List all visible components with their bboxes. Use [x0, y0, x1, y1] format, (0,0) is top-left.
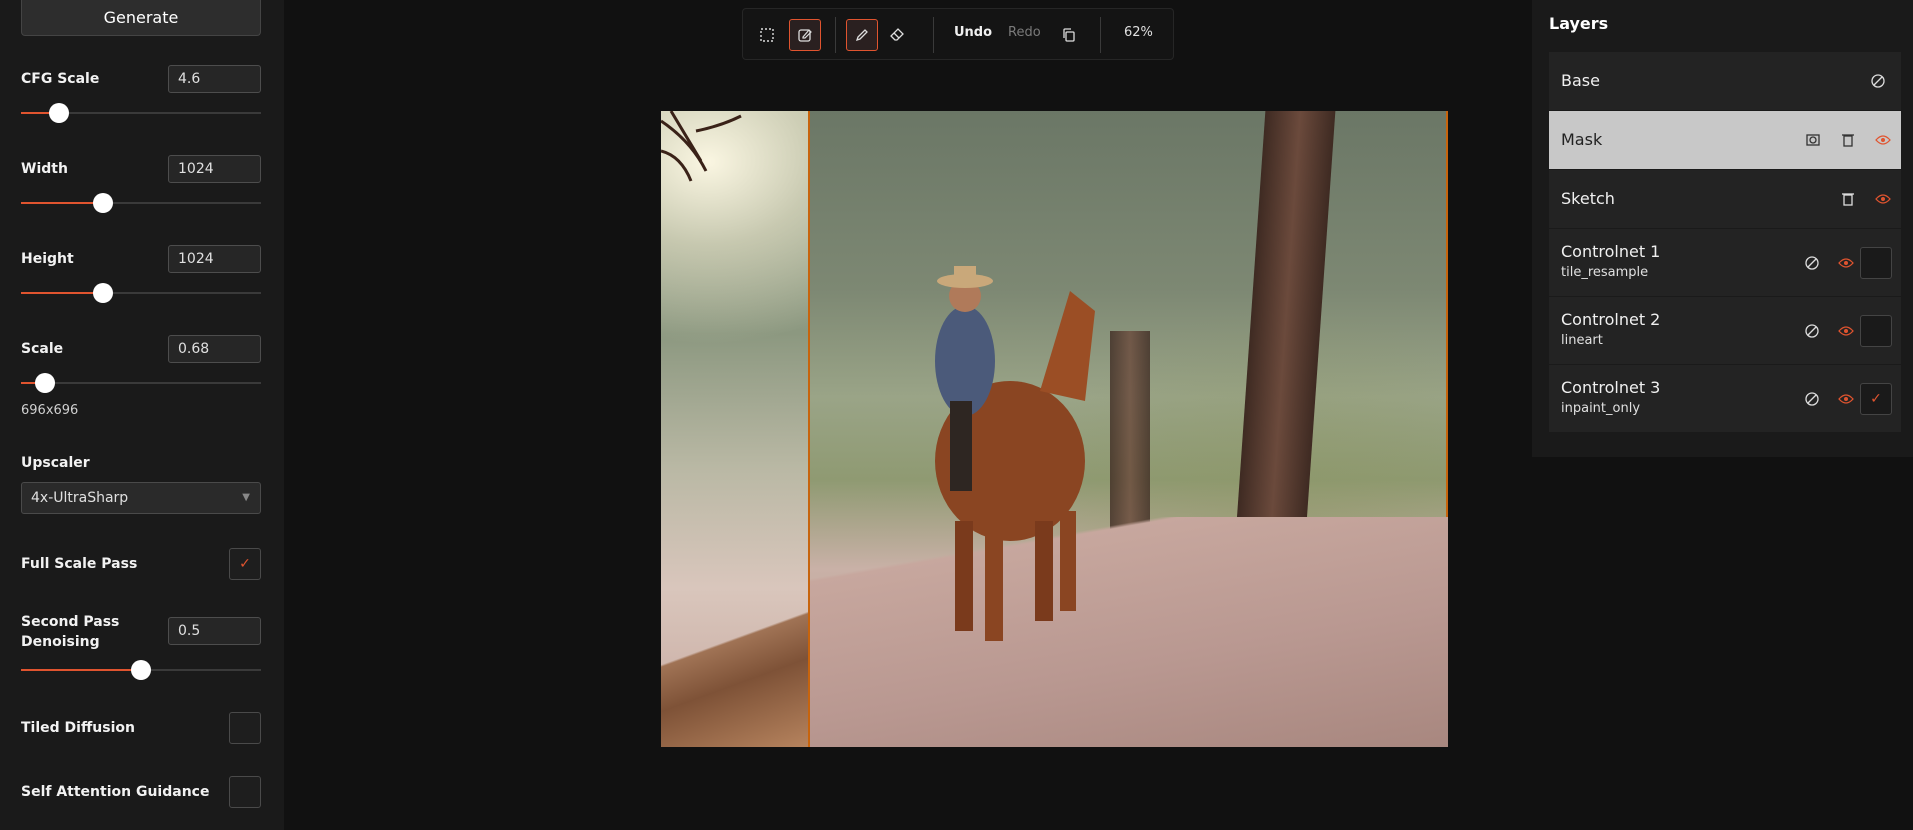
- checkmark-icon: ✓: [1870, 391, 1882, 407]
- selection-tool-button[interactable]: [751, 19, 783, 51]
- second-pass-denoising-slider[interactable]: [21, 660, 261, 680]
- image-canvas[interactable]: [661, 111, 1448, 747]
- controlnet-enable-checkbox[interactable]: [1860, 247, 1892, 279]
- toolbar-divider: [835, 17, 836, 53]
- self-attention-guidance-checkbox[interactable]: [229, 776, 261, 808]
- eye-icon[interactable]: [1837, 322, 1855, 340]
- self-attention-guidance-label: Self Attention Guidance: [21, 784, 210, 800]
- generated-image-region[interactable]: [808, 111, 1448, 747]
- tiled-diffusion-checkbox[interactable]: [229, 712, 261, 744]
- slider-fill: [21, 292, 103, 294]
- eye-icon[interactable]: [1874, 190, 1892, 208]
- eye-icon[interactable]: [1837, 254, 1855, 272]
- generate-button[interactable]: Generate: [21, 0, 261, 36]
- slider-track: [21, 382, 261, 384]
- toolbar-divider: [1100, 17, 1101, 53]
- cfg-scale-label: CFG Scale: [21, 71, 100, 87]
- zoom-level[interactable]: 62%: [1124, 25, 1153, 40]
- eye-icon[interactable]: [1874, 131, 1892, 149]
- full-scale-pass-label: Full Scale Pass: [21, 556, 138, 572]
- layer-model: inpaint_only: [1561, 401, 1641, 416]
- pencil-icon: [855, 29, 868, 42]
- canvas-toolbar: Undo Redo 62%: [742, 8, 1174, 60]
- toolbar-divider: [933, 17, 934, 53]
- width-slider[interactable]: [21, 193, 261, 213]
- layer-controlnet-3[interactable]: Controlnet 3 inpaint_only ✓: [1549, 365, 1901, 433]
- tiled-diffusion-label: Tiled Diffusion: [21, 720, 135, 736]
- trash-icon[interactable]: [1839, 131, 1857, 149]
- layer-mask[interactable]: Mask: [1549, 111, 1901, 170]
- full-scale-pass-checkbox[interactable]: ✓: [229, 548, 261, 580]
- upscaler-select[interactable]: 4x-UltraSharp ▼: [21, 482, 261, 514]
- brush-tool-button[interactable]: [846, 19, 878, 51]
- layer-name: Base: [1561, 71, 1600, 90]
- checkmark-icon: ✓: [239, 556, 251, 572]
- layer-controlnet-2[interactable]: Controlnet 2 lineart: [1549, 297, 1901, 365]
- layers-title: Layers: [1549, 14, 1609, 33]
- edit-icon: [798, 29, 812, 42]
- settings-panel: Generate CFG Scale 4.6 Width 1024 Height…: [0, 0, 284, 830]
- upscaler-label: Upscaler: [21, 455, 90, 471]
- slider-thumb[interactable]: [93, 193, 113, 213]
- slider-thumb[interactable]: [49, 103, 69, 123]
- cfg-scale-input[interactable]: 4.6: [168, 65, 261, 93]
- width-input[interactable]: 1024: [168, 155, 261, 183]
- scale-label: Scale: [21, 341, 64, 357]
- slider-fill: [21, 202, 103, 204]
- scale-input[interactable]: 0.68: [168, 335, 261, 363]
- cfg-scale-slider[interactable]: [21, 103, 261, 123]
- height-input[interactable]: 1024: [168, 245, 261, 273]
- eraser-icon: [890, 28, 904, 41]
- height-slider[interactable]: [21, 283, 261, 303]
- dropdown-arrow-icon: ▼: [242, 492, 250, 503]
- slider-thumb[interactable]: [93, 283, 113, 303]
- tree-trunk: [1234, 111, 1336, 551]
- selection-icon: [760, 28, 774, 42]
- layer-name: Controlnet 3: [1561, 378, 1661, 397]
- second-pass-denoising-input[interactable]: 0.5: [168, 617, 261, 645]
- controlnet-enable-checkbox[interactable]: [1860, 315, 1892, 347]
- disabled-icon[interactable]: [1803, 254, 1821, 272]
- layer-controlnet-1[interactable]: Controlnet 1 tile_resample: [1549, 229, 1901, 297]
- slider-thumb[interactable]: [35, 373, 55, 393]
- mask-icon[interactable]: [1804, 131, 1822, 149]
- layer-name: Controlnet 2: [1561, 310, 1661, 329]
- tree-branches: [661, 111, 742, 182]
- layers-panel: Layers Base Mask Sketch Controlnet 1 til…: [1532, 0, 1913, 457]
- controlnet-enable-checkbox[interactable]: ✓: [1860, 383, 1892, 415]
- upscaler-selected-value: 4x-UltraSharp: [31, 490, 129, 506]
- resolution-readout: 696x696: [21, 403, 79, 418]
- height-label: Height: [21, 251, 74, 267]
- trash-icon[interactable]: [1839, 190, 1857, 208]
- edit-tool-button[interactable]: [789, 19, 821, 51]
- copy-button[interactable]: [1053, 19, 1085, 51]
- layer-base[interactable]: Base: [1549, 52, 1901, 111]
- slider-fill: [21, 669, 141, 671]
- disabled-icon[interactable]: [1803, 390, 1821, 408]
- second-pass-label-line2: Denoising: [21, 634, 100, 650]
- app: Generate CFG Scale 4.6 Width 1024 Height…: [0, 0, 1913, 830]
- layer-name: Controlnet 1: [1561, 242, 1661, 261]
- disabled-icon[interactable]: [1803, 322, 1821, 340]
- copy-icon: [1063, 28, 1075, 42]
- cowboy-on-horse: [935, 266, 1095, 641]
- disabled-icon[interactable]: [1869, 72, 1887, 90]
- layer-model: lineart: [1561, 333, 1603, 348]
- road-edge: [661, 571, 811, 747]
- redo-button[interactable]: Redo: [1008, 25, 1041, 40]
- eye-icon[interactable]: [1837, 390, 1855, 408]
- undo-button[interactable]: Undo: [954, 25, 992, 40]
- second-pass-label-line1: Second Pass: [21, 614, 120, 630]
- layer-sketch[interactable]: Sketch: [1549, 170, 1901, 229]
- layer-name: Mask: [1561, 130, 1603, 149]
- width-label: Width: [21, 161, 68, 177]
- layer-model: tile_resample: [1561, 265, 1649, 280]
- slider-thumb[interactable]: [131, 660, 151, 680]
- eraser-tool-button[interactable]: [881, 19, 913, 51]
- layer-name: Sketch: [1561, 189, 1615, 208]
- scale-slider[interactable]: [21, 373, 261, 393]
